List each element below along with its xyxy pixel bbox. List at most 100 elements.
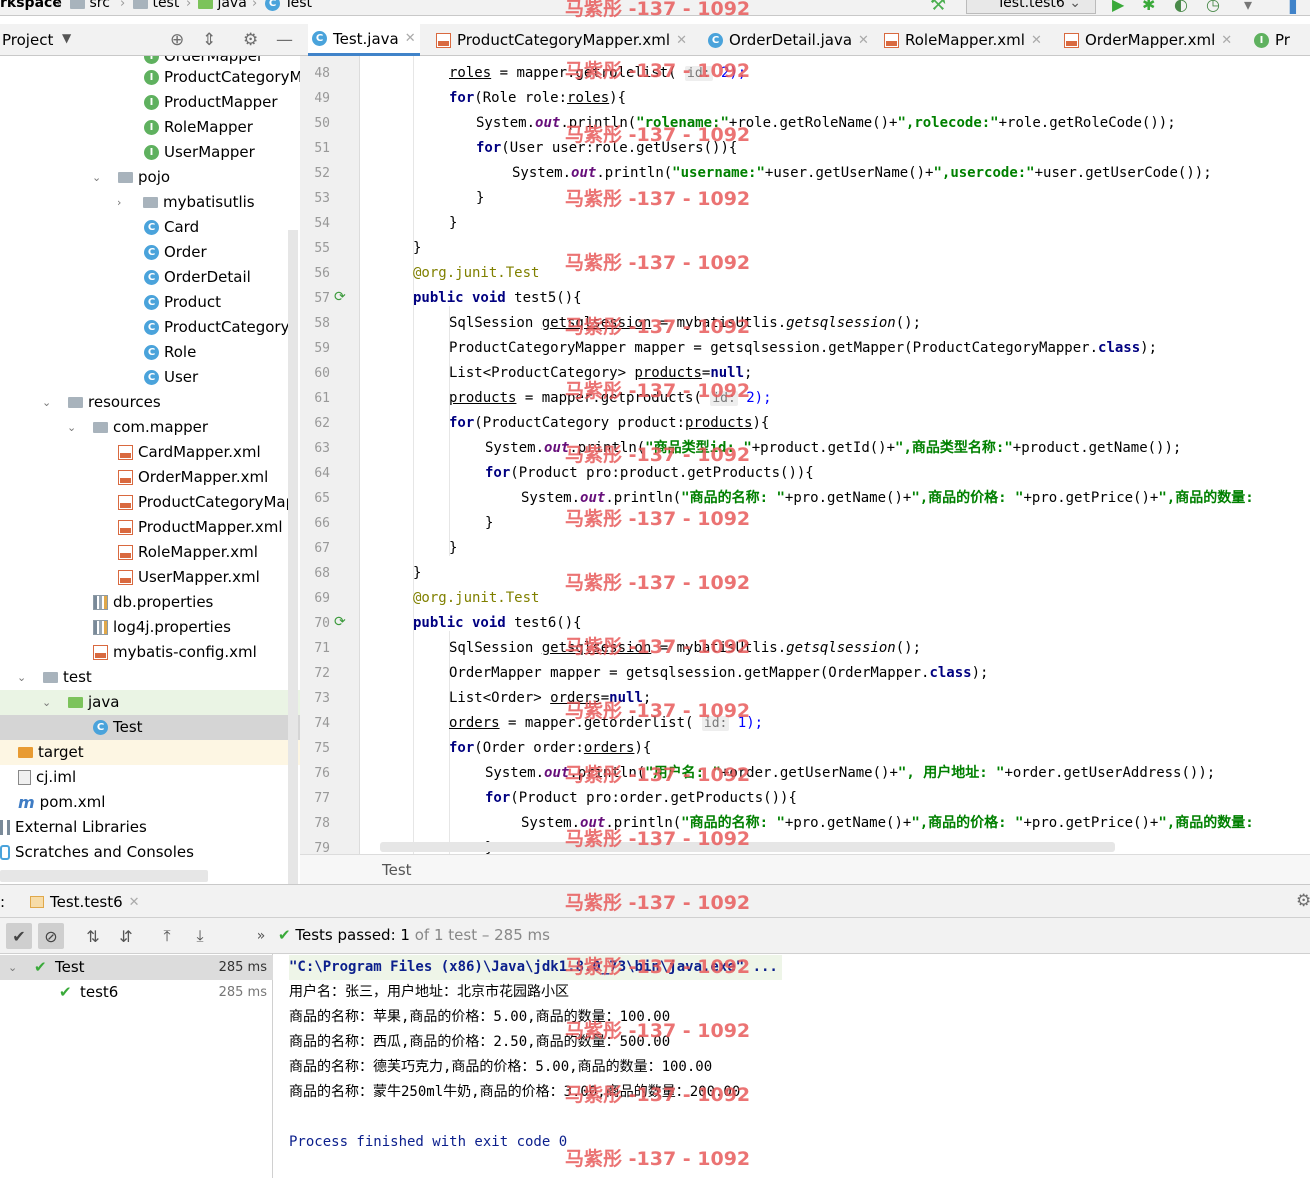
gear-icon[interactable]: ⚙ <box>243 30 258 50</box>
tab-ordermapper-xml[interactable]: OrderMapper.xml ✕ <box>1060 24 1236 56</box>
chevron-down-icon[interactable]: ⌄ <box>42 690 51 715</box>
run-test-icon[interactable]: ⟳ <box>334 614 346 630</box>
stop-icon[interactable]: ▾ <box>1244 0 1252 14</box>
tree-item[interactable]: db.properties <box>0 590 300 615</box>
line-number: 51 <box>314 141 330 156</box>
tree-horizontal-scrollbar[interactable] <box>0 870 208 882</box>
tree-item[interactable]: ProductCategoryMap <box>0 490 300 515</box>
folder-icon <box>93 422 108 433</box>
tab-rolemapper-xml[interactable]: RoleMapper.xml ✕ <box>880 24 1046 56</box>
more-icon[interactable]: » <box>248 923 274 949</box>
collapse-all-icon[interactable]: ⇕ <box>202 30 216 50</box>
breadcrumb-test-class[interactable]: C Test <box>265 0 312 11</box>
tree-item[interactable]: C User <box>0 365 300 390</box>
line-number: 64 <box>314 466 330 481</box>
close-icon[interactable]: ✕ <box>129 895 140 910</box>
tree-item[interactable]: cj.iml <box>0 765 300 790</box>
tab-overflow[interactable]: I Pr <box>1250 24 1294 56</box>
run-tab-test6[interactable]: Test.test6 ✕ <box>30 893 140 911</box>
tree-item[interactable]: I ProductCategoryM <box>0 65 300 90</box>
line-number: 60 <box>314 366 330 381</box>
test-run-icon <box>30 896 44 908</box>
tree-item[interactable]: I RoleMapper <box>0 115 300 140</box>
tree-item[interactable]: mybatis-config.xml <box>0 640 300 665</box>
interface-icon: I <box>144 120 159 135</box>
close-icon[interactable]: ✕ <box>858 33 869 48</box>
tree-item[interactable]: C ProductCategory <box>0 315 300 340</box>
chevron-down-icon[interactable]: ⌄ <box>17 665 26 690</box>
sort-alpha-icon[interactable]: ⇅ <box>80 923 106 949</box>
tree-item[interactable]: ⌄ com.mapper <box>0 415 300 440</box>
test-node-test6[interactable]: ✔ test6 285 ms <box>0 980 273 1005</box>
class-icon: C <box>265 0 280 11</box>
breadcrumb-src[interactable]: src <box>70 0 110 11</box>
tree-item[interactable]: C OrderDetail <box>0 265 300 290</box>
breadcrumb-java[interactable]: java <box>198 0 247 11</box>
close-icon[interactable]: ✕ <box>405 31 416 46</box>
chevron-right-icon[interactable]: › <box>117 190 121 215</box>
tab-productcategorymapper-xml[interactable]: ProductCategoryMapper.xml ✕ <box>432 24 691 56</box>
crosshair-icon[interactable]: ⊕ <box>170 30 184 50</box>
project-structure-icon[interactable]: ▌ <box>1290 0 1302 14</box>
tree-item[interactable]: ⌄ resources <box>0 390 300 415</box>
tree-item[interactable]: ›target <box>0 740 300 765</box>
tree-item[interactable]: ⌄ java <box>0 690 300 715</box>
breadcrumb-workspace[interactable]: rkspace <box>0 0 62 11</box>
chevron-down-icon[interactable]: ▼ <box>62 31 71 45</box>
expand-all-icon[interactable]: ⤒ <box>154 923 180 949</box>
tree-item[interactable]: C Product <box>0 290 300 315</box>
tree-scrollbar[interactable] <box>288 230 298 884</box>
tab-orderdetail-java[interactable]: C OrderDetail.java ✕ <box>704 24 873 56</box>
show-ignored-icon[interactable]: ⊘ <box>38 923 64 949</box>
tree-item[interactable]: › mybatisutlis <box>0 190 300 215</box>
tree-item[interactable]: UserMapper.xml <box>0 565 300 590</box>
tree-item[interactable]: ⌄ test <box>0 665 300 690</box>
tree-item[interactable]: I ProductMapper <box>0 90 300 115</box>
run-icon[interactable]: ▶ <box>1112 0 1124 14</box>
profile-icon[interactable]: ◷ <box>1206 0 1220 14</box>
tree-item[interactable]: ⌄ pojo <box>0 165 300 190</box>
close-icon[interactable]: ✕ <box>1031 33 1042 48</box>
chevron-down-icon[interactable]: ⌄ <box>8 955 17 980</box>
test-node-test[interactable]: ⌄ ✔ Test 285 ms <box>0 955 273 980</box>
run-test-icon[interactable]: ⟳ <box>334 289 346 305</box>
tree-item[interactable]: C Card <box>0 215 300 240</box>
tree-item-selected[interactable]: C Test <box>0 715 300 740</box>
close-icon[interactable]: ✕ <box>1221 33 1232 48</box>
tree-item[interactable]: CardMapper.xml <box>0 440 300 465</box>
breadcrumb-test[interactable]: test <box>133 0 179 11</box>
coverage-icon[interactable]: ◐ <box>1174 0 1188 14</box>
code-line-76: System.out.println("用户名: "+order.getUser… <box>485 765 1216 781</box>
gear-icon[interactable]: ⚙ <box>1296 891 1310 911</box>
debug-icon[interactable]: ✱ <box>1142 0 1155 14</box>
chevron-down-icon[interactable]: ⌄ <box>67 415 76 440</box>
editor-breadcrumb-item[interactable]: Test <box>382 861 412 879</box>
package-icon <box>143 197 158 208</box>
tree-item[interactable]: OrderMapper.xml <box>0 465 300 490</box>
project-view-selector[interactable]: Project <box>2 31 53 49</box>
tree-item[interactable]: C Order <box>0 240 300 265</box>
code-line-55: } <box>413 240 422 256</box>
run-config-selector[interactable]: Test.test6 ⌄ <box>966 0 1096 14</box>
collapse-all-icon[interactable]: ⤓ <box>187 923 213 949</box>
editor-horizontal-scrollbar[interactable] <box>380 842 1115 852</box>
tree-item[interactable]: External Libraries <box>0 815 300 840</box>
tree-item[interactable]: I UserMapper <box>0 140 300 165</box>
chevron-down-icon[interactable]: ⌄ <box>42 390 51 415</box>
minimize-icon[interactable]: — <box>276 30 293 50</box>
build-hammer-icon[interactable]: ⚒ <box>930 0 946 15</box>
tree-item[interactable]: ProductMapper.xml <box>0 515 300 540</box>
tab-test-java[interactable]: C Test.java ✕ <box>308 24 420 56</box>
project-tree: I OrderMapper I ProductCategoryM I ProductM… <box>0 56 300 884</box>
show-passed-icon[interactable]: ✔ <box>6 923 32 949</box>
close-icon[interactable]: ✕ <box>676 33 687 48</box>
code-line-66: } <box>485 515 494 531</box>
tree-item[interactable]: RoleMapper.xml <box>0 540 300 565</box>
sort-duration-icon[interactable]: ⇵ <box>113 923 139 949</box>
tree-item[interactable]: log4j.properties <box>0 615 300 640</box>
tree-item[interactable]: Scratches and Consoles <box>0 840 300 865</box>
line-number: 79 <box>314 841 330 854</box>
chevron-down-icon[interactable]: ⌄ <box>92 165 101 190</box>
tree-item[interactable]: C Role <box>0 340 300 365</box>
tree-item[interactable]: m pom.xml <box>0 790 300 815</box>
